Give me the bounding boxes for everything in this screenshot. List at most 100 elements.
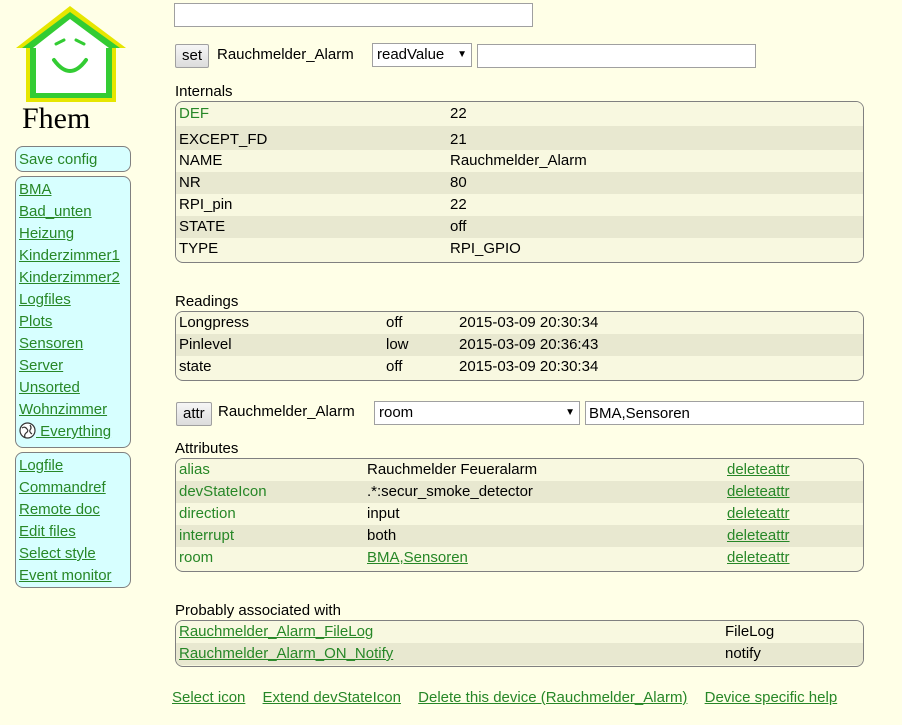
set-button[interactable]: set: [175, 44, 210, 68]
room-link-everything[interactable]: Everything: [19, 421, 130, 443]
table-row: direction input deleteattr: [176, 503, 863, 525]
associated-device-link[interactable]: Rauchmelder_Alarm_FileLog: [179, 621, 373, 643]
menu-link-edit-files[interactable]: Edit files: [19, 521, 130, 543]
table-row: DEF 22: [176, 102, 863, 126]
save-config-box: Save config: [15, 146, 131, 172]
room-link-bad-unten[interactable]: Bad_unten: [19, 201, 130, 223]
menu-link-remote-doc[interactable]: Remote doc: [19, 499, 130, 521]
extend-devstateicon-link[interactable]: Extend devStateIcon: [263, 689, 401, 706]
attributes-table: alias Rauchmelder Feueralarm deleteattr …: [175, 458, 864, 572]
table-row: state off 2015-03-09 20:30:34: [176, 356, 863, 378]
reading-time: 2015-03-09 20:30:34: [459, 358, 599, 375]
associated-device-type: FileLog: [725, 623, 775, 640]
room-link-sensoren[interactable]: Sensoren: [19, 333, 130, 355]
table-row: Longpress off 2015-03-09 20:30:34: [176, 312, 863, 334]
associated-device-type: notify: [725, 645, 761, 662]
attr-name: devStateIcon: [179, 483, 267, 500]
room-link-bma[interactable]: BMA: [19, 179, 130, 201]
attr-value: Rauchmelder Feueralarm: [367, 461, 538, 478]
room-link-logfiles[interactable]: Logfiles: [19, 289, 130, 311]
table-row: room BMA,Sensoren deleteattr: [176, 547, 863, 569]
dropdown-arrow-icon: ▼: [565, 407, 575, 418]
internal-value: 22: [450, 105, 467, 122]
set-value-input[interactable]: [477, 44, 756, 68]
reading-value: low: [386, 336, 409, 353]
attr-value: .*:secur_smoke_detector: [367, 483, 533, 500]
house-icon: [16, 6, 126, 102]
attr-button[interactable]: attr: [176, 402, 212, 426]
attr-name: direction: [179, 505, 236, 522]
internal-value: 22: [450, 196, 467, 213]
deleteattr-link[interactable]: deleteattr: [727, 481, 790, 503]
attr-value-link[interactable]: BMA,Sensoren: [367, 547, 468, 569]
logo-text: Fhem: [22, 102, 91, 135]
room-list: BMA Bad_unten Heizung Kinderzimmer1 Kind…: [15, 176, 131, 448]
device-help-link[interactable]: Device specific help: [705, 689, 838, 706]
room-link-kinderzimmer1[interactable]: Kinderzimmer1: [19, 245, 130, 267]
menu-link-logfile[interactable]: Logfile: [19, 455, 130, 477]
internal-name: NAME: [179, 152, 223, 169]
internal-name: DEF: [179, 105, 209, 122]
attr-select-value: room: [379, 404, 414, 421]
set-select[interactable]: readValue ▼: [372, 43, 472, 67]
menu-link-commandref[interactable]: Commandref: [19, 477, 130, 499]
dropdown-arrow-icon: ▼: [457, 49, 467, 60]
attr-device-name: Rauchmelder_Alarm: [218, 403, 355, 420]
set-device-name: Rauchmelder_Alarm: [217, 46, 354, 63]
reading-name: Pinlevel: [179, 336, 232, 353]
attr-select[interactable]: room ▼: [374, 401, 580, 425]
attributes-title: Attributes: [175, 440, 239, 457]
reading-time: 2015-03-09 20:30:34: [459, 314, 599, 331]
internal-value: 80: [450, 174, 467, 191]
deleteattr-link[interactable]: deleteattr: [727, 459, 790, 481]
room-link-wohnzimmer[interactable]: Wohnzimmer: [19, 399, 130, 421]
internal-name: STATE: [179, 218, 226, 235]
attr-name: alias: [179, 461, 210, 478]
deleteattr-link[interactable]: deleteattr: [727, 525, 790, 547]
table-row: NAME Rauchmelder_Alarm: [176, 150, 863, 172]
room-link-heizung[interactable]: Heizung: [19, 223, 130, 245]
readings-table: Longpress off 2015-03-09 20:30:34 Pinlev…: [175, 311, 864, 381]
room-link-unsorted[interactable]: Unsorted: [19, 377, 130, 399]
associated-title: Probably associated with: [175, 602, 341, 619]
menu-link-select-style[interactable]: Select style: [19, 543, 130, 565]
deleteattr-link[interactable]: deleteattr: [727, 503, 790, 525]
table-row: Rauchmelder_Alarm_FileLog FileLog: [176, 621, 863, 643]
internal-name: RPI_pin: [179, 196, 233, 213]
delete-device-link[interactable]: Delete this device (Rauchmelder_Alarm): [418, 689, 687, 706]
command-input[interactable]: [174, 3, 533, 27]
deleteattr-link[interactable]: deleteattr: [727, 547, 790, 569]
internal-value: off: [450, 218, 467, 235]
room-link-kinderzimmer2[interactable]: Kinderzimmer2: [19, 267, 130, 289]
room-link-server[interactable]: Server: [19, 355, 130, 377]
table-row: alias Rauchmelder Feueralarm deleteattr: [176, 459, 863, 481]
attr-value: both: [367, 527, 397, 544]
select-icon-link[interactable]: Select icon: [172, 689, 245, 706]
internal-value: RPI_GPIO: [450, 240, 521, 257]
globe-icon: [19, 422, 36, 439]
reading-time: 2015-03-09 20:36:43: [459, 336, 599, 353]
internals-table: DEF 22 EXCEPT_FD 21 NAME Rauchmelder_Ala…: [175, 101, 864, 263]
readings-title: Readings: [175, 293, 239, 310]
everything-label[interactable]: Everything: [36, 423, 111, 440]
reading-name: state: [179, 358, 212, 375]
internal-name: TYPE: [179, 240, 219, 257]
menu-link-event-monitor[interactable]: Event monitor: [19, 565, 130, 587]
save-config-link[interactable]: Save config: [19, 149, 130, 171]
associated-table: Rauchmelder_Alarm_FileLog FileLog Rauchm…: [175, 620, 864, 667]
device-actions: Select icon Extend devStateIcon Delete t…: [172, 689, 837, 706]
attr-value: input: [367, 505, 400, 522]
table-row: STATE off: [176, 216, 863, 238]
table-row: EXCEPT_FD 21: [176, 126, 863, 150]
fhem-logo[interactable]: Fhem: [12, 2, 132, 137]
table-row: TYPE RPI_GPIO: [176, 238, 863, 260]
attr-value-input[interactable]: [585, 401, 864, 425]
internals-title: Internals: [175, 83, 233, 100]
room-link-plots[interactable]: Plots: [19, 311, 130, 333]
set-select-value: readValue: [377, 46, 445, 63]
attr-name: interrupt: [179, 527, 235, 544]
attr-name: room: [179, 549, 214, 566]
associated-device-link[interactable]: Rauchmelder_Alarm_ON_Notify: [179, 643, 393, 665]
reading-name: Longpress: [179, 314, 250, 331]
table-row: Rauchmelder_Alarm_ON_Notify notify: [176, 643, 863, 665]
